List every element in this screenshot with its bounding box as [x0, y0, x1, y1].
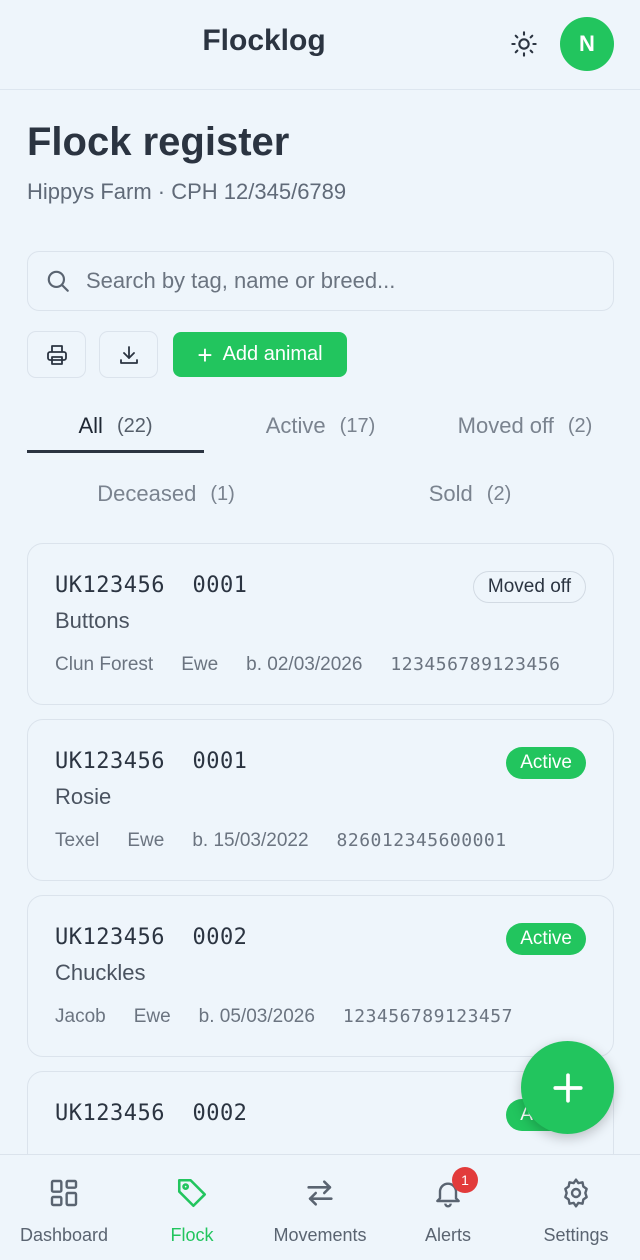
tab-all[interactable]: All (22) — [27, 408, 204, 444]
nav-flock[interactable]: Flock — [128, 1155, 256, 1260]
animal-meta: Texel Ewe b. 15/03/2022 826012345600001 — [55, 830, 535, 852]
sun-icon — [511, 31, 537, 57]
status-badge: Active — [506, 923, 586, 955]
animal-sex: Ewe — [127, 830, 165, 851]
animal-breed: Jacob — [55, 1006, 106, 1027]
nav-label: Movements — [273, 1225, 367, 1245]
animal-eid: 123456789123456 — [390, 654, 561, 675]
add-fab-button[interactable] — [521, 1041, 614, 1134]
animal-tag: UK123456 0001 — [55, 749, 248, 774]
add-animal-label: Add animal — [222, 343, 323, 365]
animal-meta: Jacob Ewe b. 05/03/2026 123456789123457 — [55, 1006, 541, 1028]
animal-born: b. 15/03/2022 — [192, 830, 309, 851]
tab-count: (2) — [567, 414, 593, 437]
tab-active[interactable]: Active (17) — [232, 408, 409, 444]
nav-dashboard[interactable]: Dashboard — [0, 1155, 128, 1260]
plus-icon: + — [197, 339, 213, 370]
animal-name: Chuckles — [55, 960, 146, 985]
app-title: Flocklog — [202, 24, 326, 57]
active-tab-indicator — [27, 450, 204, 453]
tab-moved-off[interactable]: Moved off (2) — [434, 408, 616, 444]
scroll-area[interactable]: Flocklog N Flock register Hippys Farm · … — [0, 0, 640, 1154]
nav-label: Flock — [170, 1225, 214, 1245]
top-bar: Flocklog N — [0, 0, 640, 90]
page-subtitle: Hippys Farm · CPH 12/345/6789 — [27, 179, 347, 204]
animal-name: Rosie — [55, 784, 112, 809]
animal-eid: 826012345600001 — [336, 830, 507, 851]
export-button[interactable] — [99, 331, 158, 378]
tab-count: (17) — [339, 414, 376, 437]
animal-eid: 123456789123457 — [342, 1006, 513, 1027]
animal-sex: Ewe — [133, 1006, 171, 1027]
animal-born: b. 05/03/2026 — [198, 1006, 315, 1027]
tab-label: Active — [265, 413, 326, 438]
avatar[interactable]: N — [560, 17, 614, 71]
tab-count: (1) — [210, 482, 235, 505]
tab-label: Moved off — [457, 413, 554, 438]
tab-deceased[interactable]: Deceased (1) — [60, 476, 272, 512]
download-icon — [119, 345, 138, 364]
animal-name: Buttons — [55, 608, 130, 633]
status-badge: Moved off — [472, 571, 586, 603]
animal-breed: Texel — [55, 830, 100, 851]
animal-sex: Ewe — [181, 654, 219, 675]
tab-count: (22) — [116, 414, 153, 437]
printer-icon — [46, 344, 67, 365]
animal-card[interactable]: UK123456 0001 Active Rosie Texel Ewe b. … — [27, 719, 614, 881]
tab-label: All — [78, 413, 103, 438]
animal-card[interactable]: UK123456 0001 Moved off Buttons Clun For… — [27, 543, 614, 705]
animal-born: b. 02/03/2026 — [246, 654, 363, 675]
add-animal-button[interactable]: + Add animal — [173, 332, 347, 377]
page-title: Flock register — [27, 120, 290, 164]
tag-icon — [177, 1178, 207, 1208]
search-input[interactable] — [86, 268, 586, 294]
status-badge: Active — [506, 747, 586, 779]
tab-label: Deceased — [97, 481, 197, 506]
plus-icon — [552, 1072, 583, 1103]
nav-movements[interactable]: Movements — [256, 1155, 384, 1260]
animal-tag: UK123456 0002 — [55, 1101, 248, 1126]
gear-icon — [564, 1178, 588, 1208]
bottom-nav: Dashboard Flock Movements 1 Alerts Setti… — [0, 1154, 640, 1260]
animal-meta: Clun Forest Ewe b. 02/03/2026 1234567891… — [55, 654, 588, 676]
alert-count-badge: 1 — [452, 1167, 478, 1193]
animal-tag: UK123456 0002 — [55, 925, 248, 950]
nav-label: Alerts — [424, 1225, 471, 1245]
theme-toggle-button[interactable] — [508, 28, 540, 60]
nav-label: Dashboard — [19, 1225, 109, 1245]
grid-icon — [50, 1179, 78, 1207]
animal-tag: UK123456 0001 — [55, 573, 248, 598]
animal-breed: Clun Forest — [55, 654, 154, 675]
animal-card[interactable]: UK123456 0002 Active Chuckles Jacob Ewe … — [27, 895, 614, 1057]
tab-label: Sold — [428, 481, 473, 506]
nav-label: Settings — [543, 1225, 609, 1245]
print-button[interactable] — [27, 331, 86, 378]
tab-count: (2) — [486, 482, 512, 505]
search-box[interactable] — [27, 251, 614, 311]
nav-alerts[interactable]: 1 Alerts — [384, 1155, 512, 1260]
arrows-icon — [307, 1180, 333, 1206]
nav-settings[interactable]: Settings — [512, 1155, 640, 1260]
tab-sold[interactable]: Sold (2) — [380, 476, 560, 512]
search-icon — [44, 267, 72, 295]
